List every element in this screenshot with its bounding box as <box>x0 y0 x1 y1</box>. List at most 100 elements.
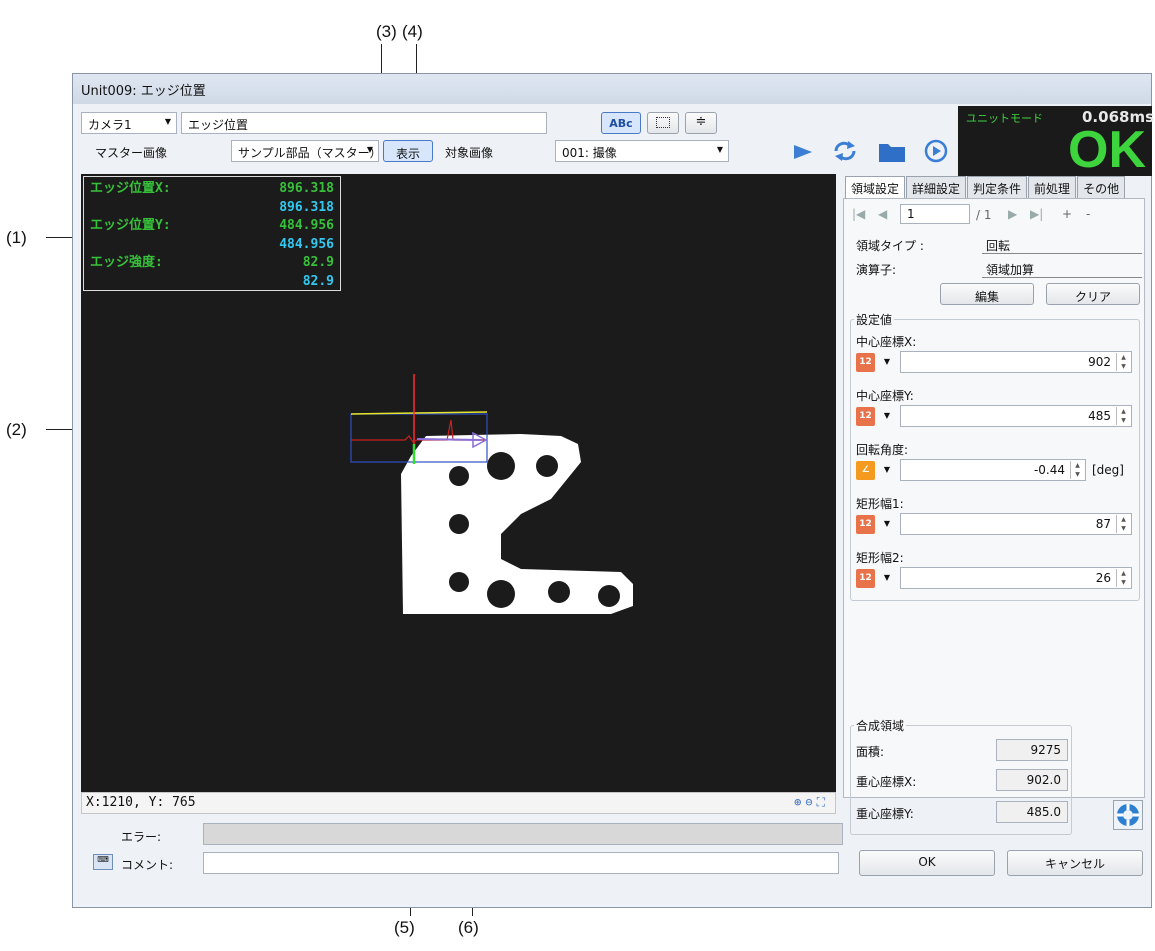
callout-2: (2) <box>6 420 27 439</box>
region-type-value: 回転 <box>986 239 1011 253</box>
clear-button[interactable]: クリア <box>1046 283 1140 305</box>
cancel-button[interactable]: キャンセル <box>1007 850 1143 876</box>
rotation-unit: [deg] <box>1092 463 1124 477</box>
lifebuoy-icon <box>1117 804 1139 826</box>
edge-x-value-2: 896.318 <box>279 199 334 215</box>
coordinate-bar: X:1210, Y: 765 ⊕⊖⛶ <box>81 792 836 814</box>
step-button[interactable] <box>923 138 949 164</box>
help-button[interactable] <box>1113 800 1143 830</box>
master-image-select[interactable]: サンプル部品（マスター） <box>231 140 379 162</box>
edge-x-value: 896.318 <box>279 181 334 196</box>
spinner-icon[interactable]: ▲ ▼ <box>1070 461 1084 479</box>
dotted-rect-icon <box>656 117 670 128</box>
window-title: Unit009: エッジ位置 <box>73 74 1151 104</box>
error-field <box>203 823 843 845</box>
width1-dropdown[interactable]: ▼ <box>878 514 896 534</box>
tab-judgement[interactable]: 判定条件 <box>967 176 1028 200</box>
center-y-label: 中心座標Y: <box>856 389 914 403</box>
align-icon: ≑ <box>695 114 707 129</box>
region-type-label: 領域タイプ : <box>856 239 924 253</box>
region-select-button[interactable] <box>647 112 679 134</box>
edge-y-value-2: 484.956 <box>279 236 334 252</box>
edge-strength-label: エッジ強度: <box>90 255 163 270</box>
numeric-type-icon[interactable]: 12 <box>856 353 875 372</box>
rotation-label: 回転角度: <box>856 443 909 457</box>
spinner-icon[interactable]: ▲ ▼ <box>1116 353 1130 371</box>
tab-preprocess[interactable]: 前処理 <box>1028 176 1077 200</box>
rotation-input[interactable]: -0.44 ▲ ▼ <box>900 459 1086 481</box>
edit-button[interactable]: 編集 <box>940 283 1034 305</box>
unit-window: Unit009: エッジ位置 カメラ1 エッジ位置 ABc ≑ マスター画像 サ… <box>72 73 1154 908</box>
area-label: 面積: <box>856 745 885 759</box>
camera-select[interactable]: カメラ1 <box>81 112 177 134</box>
callout-1: (1) <box>6 228 27 247</box>
overlay-row: エッジ位置Y: 484.956 <box>90 217 334 236</box>
first-page-icon[interactable]: |◀ <box>852 207 865 221</box>
error-label: エラー: <box>121 830 162 844</box>
width1-label: 矩形幅1: <box>856 497 904 511</box>
settings-group-title: 設定値 <box>854 311 895 328</box>
prev-page-icon[interactable]: ◀ <box>878 207 887 221</box>
tab-region[interactable]: 領域設定 <box>845 176 906 200</box>
remove-region-button[interactable]: - <box>1086 207 1090 221</box>
measurement-overlay: エッジ位置X: 896.318 896.318 エッジ位置Y: 484.956 … <box>83 176 341 291</box>
unit-name-input[interactable]: エッジ位置 <box>181 112 547 134</box>
tab-detail[interactable]: 詳細設定 <box>906 176 967 200</box>
repeat-icon <box>834 141 856 161</box>
numeric-type-icon[interactable]: 12 <box>856 569 875 588</box>
callout-3: (3) <box>376 22 397 41</box>
rotation-dropdown[interactable]: ▼ <box>878 460 896 480</box>
spinner-icon[interactable]: ▲ ▼ <box>1116 515 1130 533</box>
tab-other[interactable]: その他 <box>1077 176 1126 200</box>
edge-strength-value: 82.9 <box>302 255 334 270</box>
continuous-run-button[interactable] <box>831 138 859 164</box>
target-image-select[interactable]: 001: 撮像 <box>555 140 729 162</box>
fit-view-icon[interactable]: ⛶ <box>817 795 829 809</box>
edge-y-value: 484.956 <box>279 218 334 233</box>
image-viewer[interactable]: エッジ位置X: 896.318 896.318 エッジ位置Y: 484.956 … <box>81 174 836 792</box>
center-x-input[interactable]: 902 ▲ ▼ <box>900 351 1132 373</box>
comment-label: コメント: <box>121 858 174 872</box>
cursor-coordinates: X:1210, Y: 765 <box>86 795 196 810</box>
center-x-label: 中心座標X: <box>856 335 917 349</box>
target-image-label: 対象画像 <box>445 146 494 160</box>
abc-button[interactable]: ABc <box>601 112 641 134</box>
align-button[interactable]: ≑ <box>685 112 717 134</box>
centroid-x-value: 902.0 <box>996 769 1068 791</box>
run-button[interactable] <box>791 140 815 164</box>
numeric-type-icon[interactable]: 12 <box>856 515 875 534</box>
edge-y-label: エッジ位置Y: <box>90 218 171 233</box>
center-y-dropdown[interactable]: ▼ <box>878 406 896 426</box>
width2-input[interactable]: 26 ▲ ▼ <box>900 567 1132 589</box>
keyboard-icon[interactable]: ⌨ <box>93 854 113 870</box>
comment-input[interactable] <box>203 852 839 874</box>
ok-button[interactable]: OK <box>859 850 995 876</box>
open-folder-button[interactable] <box>877 138 907 164</box>
zoom-in-icon[interactable]: ⊕ <box>794 795 805 809</box>
callout-5: (5) <box>394 918 415 937</box>
settings-tabs: 領域設定 詳細設定 判定条件 前処理 その他 <box>845 176 1126 200</box>
spinner-icon[interactable]: ▲ ▼ <box>1116 407 1130 425</box>
center-x-dropdown[interactable]: ▼ <box>878 352 896 372</box>
add-region-button[interactable]: + <box>1062 207 1072 221</box>
centroid-y-value: 485.0 <box>996 801 1068 823</box>
page-input[interactable]: 1 <box>900 204 970 224</box>
edge-strength-value-2: 82.9 <box>302 273 334 289</box>
numeric-type-icon[interactable]: 12 <box>856 407 875 426</box>
page-total: / 1 <box>976 208 992 222</box>
center-y-input[interactable]: 485 ▲ ▼ <box>900 405 1132 427</box>
centroid-x-label: 重心座標X: <box>856 775 917 789</box>
width2-dropdown[interactable]: ▼ <box>878 568 896 588</box>
callout-4: (4) <box>402 22 423 41</box>
angle-type-icon[interactable]: ∠ <box>856 461 875 480</box>
zoom-out-icon[interactable]: ⊖ <box>805 795 816 809</box>
play-icon <box>794 145 812 159</box>
judgement-result: OK <box>1068 121 1146 179</box>
master-image-label: マスター画像 <box>95 146 168 160</box>
last-page-icon[interactable]: ▶| <box>1030 207 1043 221</box>
show-button[interactable]: 表示 <box>383 140 433 162</box>
next-page-icon[interactable]: ▶ <box>1008 207 1017 221</box>
width1-input[interactable]: 87 ▲ ▼ <box>900 513 1132 535</box>
overlay-row: エッジ位置X: 896.318 <box>90 180 334 199</box>
spinner-icon[interactable]: ▲ ▼ <box>1116 569 1130 587</box>
